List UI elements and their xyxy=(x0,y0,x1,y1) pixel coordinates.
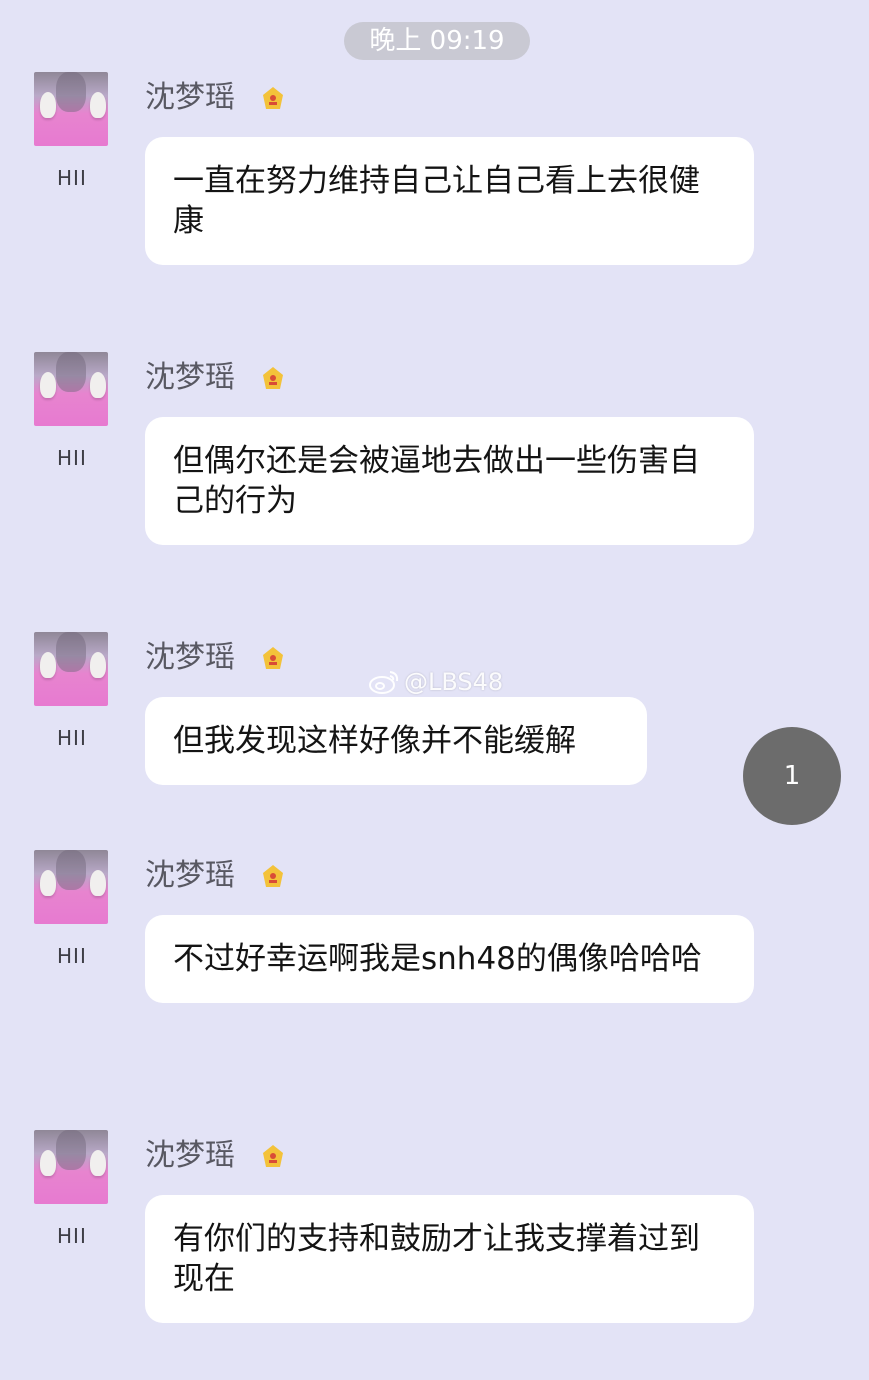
message-bubble[interactable]: 一直在努力维持自己让自己看上去很健康 xyxy=(145,137,754,265)
crown-badge-icon xyxy=(263,367,283,389)
message-bubble[interactable]: 有你们的支持和鼓励才让我支撑着过到现在 xyxy=(145,1195,754,1323)
timestamp: 晚上 09:19 xyxy=(344,22,530,60)
avatar[interactable] xyxy=(34,72,108,146)
avatar[interactable] xyxy=(34,632,108,706)
watermark: @LBS48 xyxy=(368,666,503,698)
sender-name[interactable]: 沈梦瑶 xyxy=(145,356,235,400)
crown-badge-icon xyxy=(263,647,283,669)
message-bubble[interactable]: 但我发现这样好像并不能缓解 xyxy=(145,697,647,785)
watermark-text: @LBS48 xyxy=(404,668,504,696)
avatar[interactable] xyxy=(34,352,108,426)
member-rank: HII xyxy=(57,166,87,190)
message-bubble[interactable]: 但偶尔还是会被逼地去做出一些伤害自己的行为 xyxy=(145,417,754,545)
sender-name[interactable]: 沈梦瑶 xyxy=(145,854,235,898)
member-rank: HII xyxy=(57,1224,87,1248)
crown-badge-icon xyxy=(263,87,283,109)
crown-badge-icon xyxy=(263,1145,283,1167)
member-rank: HII xyxy=(57,446,87,470)
sender-name[interactable]: 沈梦瑶 xyxy=(145,1134,235,1178)
message-bubble[interactable]: 不过好幸运啊我是snh48的偶像哈哈哈 xyxy=(145,915,754,1003)
member-rank: HII xyxy=(57,944,87,968)
sender-name[interactable]: 沈梦瑶 xyxy=(145,76,235,120)
avatar[interactable] xyxy=(34,1130,108,1204)
weibo-icon xyxy=(369,671,399,694)
avatar[interactable] xyxy=(34,850,108,924)
crown-badge-icon xyxy=(263,865,283,887)
member-rank: HII xyxy=(57,726,87,750)
sender-name[interactable]: 沈梦瑶 xyxy=(145,636,235,680)
unread-count-bubble[interactable]: 1 xyxy=(743,727,841,825)
